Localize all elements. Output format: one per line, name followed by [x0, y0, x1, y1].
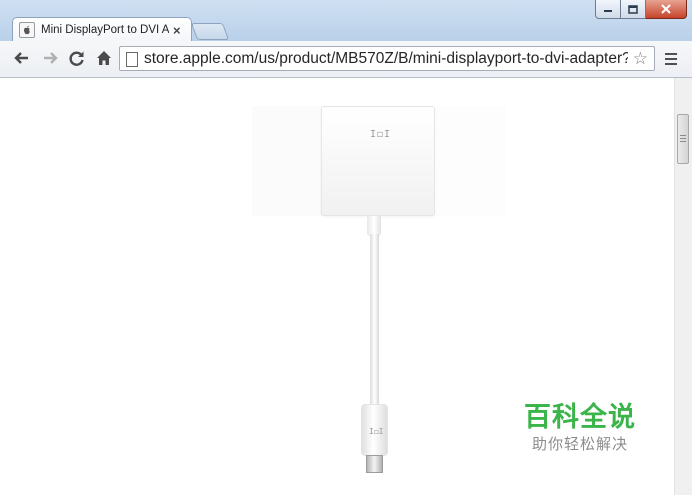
address-bar[interactable]: store.apple.com/us/product/MB570Z/B/mini…: [119, 46, 655, 71]
new-tab-button[interactable]: [190, 23, 230, 40]
bookmark-star-icon[interactable]: ☆: [633, 48, 648, 70]
product-image-backdrop: [252, 106, 332, 216]
reload-button[interactable]: [67, 49, 87, 69]
page-icon: [126, 52, 138, 67]
mini-displayport-plug: [366, 455, 383, 473]
page-content: I◻I I◻I 百科全说 助你轻松解决: [0, 78, 692, 495]
close-icon: [661, 4, 671, 14]
adapter-cable: [370, 234, 379, 408]
reload-icon: [69, 51, 84, 66]
mini-displayport-connector: I◻I: [361, 404, 388, 456]
window-controls: [595, 0, 687, 20]
forward-button[interactable]: [40, 49, 60, 69]
apple-favicon-icon: [19, 22, 35, 38]
browser-window: Mini DisplayPort to DVI Ad × store.apple…: [0, 0, 692, 495]
tab-title: Mini DisplayPort to DVI Ad: [41, 24, 169, 36]
watermark-subtitle: 助你轻松解决: [531, 435, 628, 453]
mini-displayport-logo: I◻I: [369, 427, 384, 436]
url-text[interactable]: store.apple.com/us/product/MB570Z/B/mini…: [144, 49, 628, 69]
watermark: 百科全说 助你轻松解决: [512, 402, 648, 454]
browser-toolbar: store.apple.com/us/product/MB570Z/B/mini…: [0, 41, 692, 78]
vertical-scrollbar[interactable]: [674, 78, 692, 495]
dvi-connector: I◻I: [321, 106, 435, 216]
watermark-title: 百科全说: [524, 402, 636, 433]
menu-icon[interactable]: [665, 53, 677, 65]
close-window-button[interactable]: [646, 0, 687, 19]
scroll-thumb[interactable]: [677, 114, 689, 164]
product-image-backdrop-right: [436, 106, 506, 216]
maximize-button[interactable]: [621, 0, 646, 19]
minimize-icon: [604, 10, 612, 12]
home-button[interactable]: [94, 49, 114, 69]
title-bar: Mini DisplayPort to DVI Ad ×: [0, 0, 692, 42]
tab-close-icon[interactable]: ×: [173, 24, 181, 37]
back-arrow-icon: [14, 52, 28, 64]
cable-strain-relief: [367, 216, 381, 236]
back-button[interactable]: [12, 49, 32, 69]
active-tab[interactable]: Mini DisplayPort to DVI Ad ×: [12, 17, 192, 42]
dvi-logo: I◻I: [370, 129, 392, 140]
maximize-icon: [628, 4, 638, 14]
home-icon: [97, 51, 111, 65]
minimize-button[interactable]: [595, 0, 621, 19]
forward-arrow-icon: [44, 52, 58, 64]
